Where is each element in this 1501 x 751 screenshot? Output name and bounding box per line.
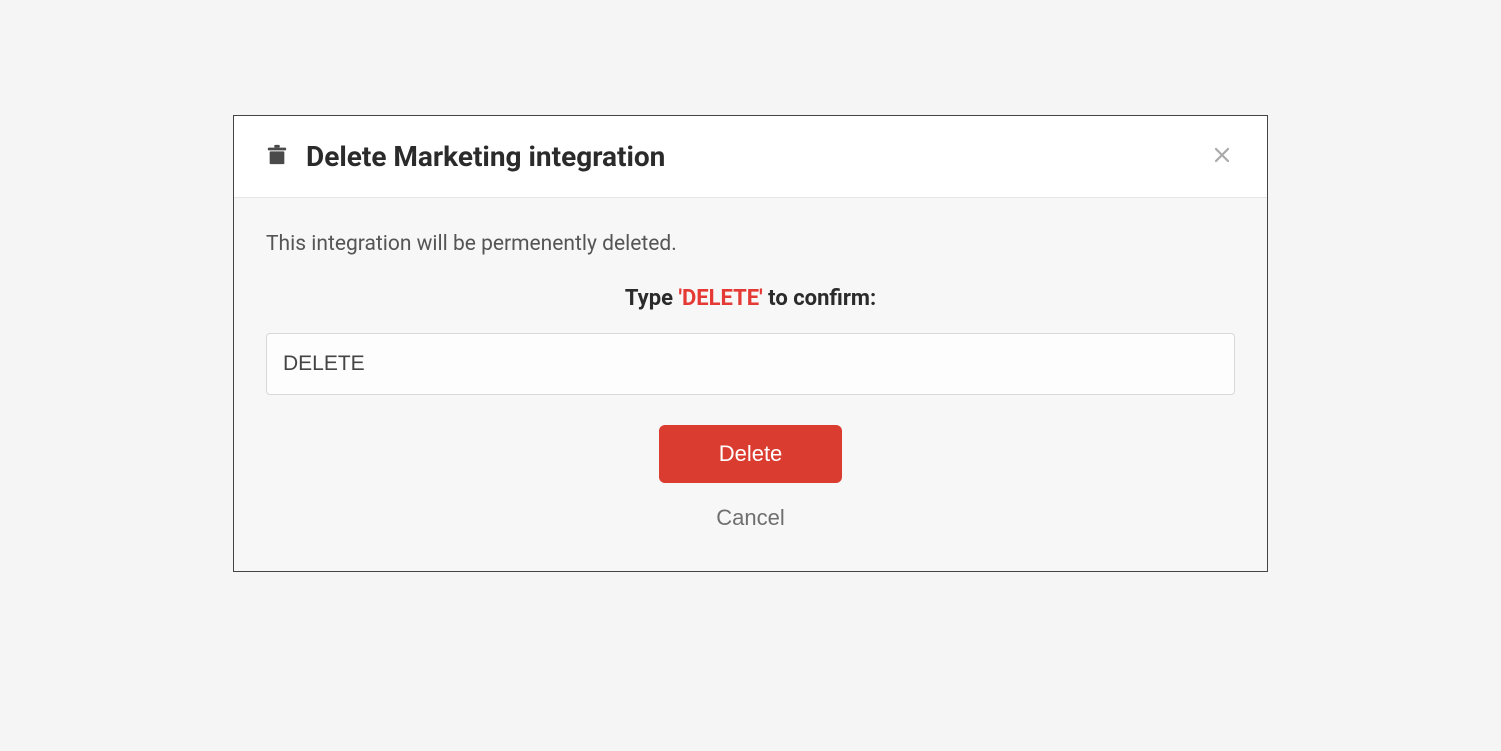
modal-header: Delete Marketing integration: [234, 116, 1267, 198]
modal-body: This integration will be permenently del…: [234, 198, 1267, 571]
confirm-prefix: Type: [625, 286, 679, 311]
confirm-instruction: Type 'DELETE' to confirm:: [266, 286, 1235, 311]
modal-header-left: Delete Marketing integration: [266, 140, 665, 173]
warning-text: This integration will be permenently del…: [266, 232, 1235, 256]
close-icon: [1213, 143, 1231, 170]
modal-actions: Delete Cancel: [266, 425, 1235, 531]
delete-confirmation-modal: Delete Marketing integration This integr…: [233, 115, 1268, 572]
confirm-suffix: to confirm:: [763, 286, 876, 311]
delete-button[interactable]: Delete: [659, 425, 843, 483]
trash-icon: [266, 143, 288, 171]
confirm-input[interactable]: [266, 333, 1235, 395]
modal-title: Delete Marketing integration: [306, 140, 665, 173]
confirm-keyword: 'DELETE': [678, 286, 762, 311]
cancel-button[interactable]: Cancel: [716, 505, 784, 531]
close-button[interactable]: [1209, 141, 1235, 173]
